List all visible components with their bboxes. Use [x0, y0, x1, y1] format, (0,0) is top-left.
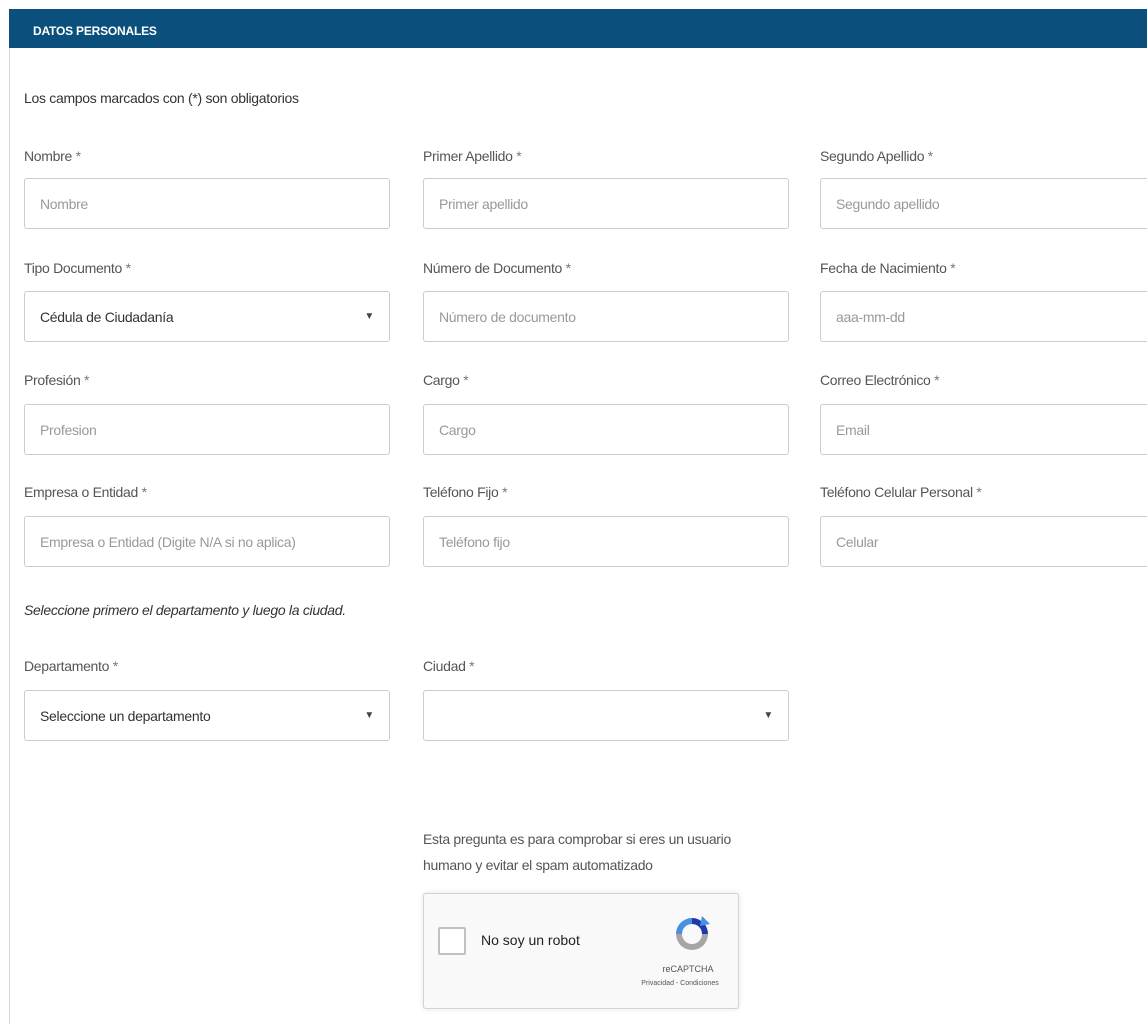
telefono-fijo-label-text: Teléfono Fijo [423, 484, 499, 500]
primer-apellido-label-text: Primer Apellido [423, 148, 513, 164]
numero-documento-placeholder: Número de documento [439, 308, 576, 325]
empresa-label: Empresa o Entidad * [24, 484, 147, 500]
chevron-down-icon: ▼ [364, 311, 374, 322]
ciudad-label-text: Ciudad [423, 658, 466, 674]
segundo-apellido-label: Segundo Apellido * [820, 148, 933, 164]
ciudad-select[interactable]: ▼ [423, 690, 789, 741]
departamento-select[interactable]: Seleccione un departamento ▼ [24, 690, 390, 741]
nombre-label: Nombre * [24, 148, 81, 164]
empresa-placeholder: Empresa o Entidad (Digite N/A si no apli… [40, 533, 296, 550]
segundo-apellido-label-text: Segundo Apellido [820, 148, 925, 164]
required-marker: * [75, 148, 81, 164]
required-marker: * [502, 484, 508, 500]
required-marker: * [125, 260, 131, 276]
required-marker: * [950, 260, 956, 276]
section-title: DATOS PERSONALES [33, 24, 157, 38]
required-marker: * [141, 484, 147, 500]
email-field[interactable]: Email [820, 404, 1147, 455]
nombre-input[interactable]: Nombre [24, 178, 390, 229]
celular-label-text: Teléfono Celular Personal [820, 484, 973, 500]
segundo-apellido-placeholder: Segundo apellido [836, 195, 940, 212]
chevron-down-icon: ▼ [364, 710, 374, 721]
primer-apellido-label: Primer Apellido * [423, 148, 522, 164]
section-border [9, 48, 10, 1024]
empresa-input[interactable]: Empresa o Entidad (Digite N/A si no apli… [24, 516, 390, 567]
primer-apellido-input[interactable]: Primer apellido [423, 178, 789, 229]
fecha-nacimiento-label-text: Fecha de Nacimiento [820, 260, 947, 276]
required-marker: * [469, 658, 475, 674]
captcha-checkbox[interactable] [438, 927, 466, 955]
profesion-label: Profesión * [24, 372, 90, 388]
chevron-down-icon: ▼ [763, 710, 773, 721]
numero-documento-label-text: Número de Documento [423, 260, 563, 276]
email-placeholder: Email [836, 421, 870, 438]
location-hint: Seleccione primero el departamento y lue… [24, 602, 346, 618]
telefono-fijo-label: Teléfono Fijo * [423, 484, 508, 500]
celular-input[interactable]: Celular [820, 516, 1147, 567]
tipo-documento-label-text: Tipo Documento [24, 260, 122, 276]
ciudad-label: Ciudad * [423, 658, 475, 674]
captcha-checkbox-label: No soy un robot [481, 932, 580, 948]
recaptcha-logo-icon [676, 916, 710, 950]
telefono-fijo-input[interactable]: Teléfono fijo [423, 516, 789, 567]
required-marker: * [112, 658, 118, 674]
required-marker: * [84, 372, 90, 388]
departamento-value: Seleccione un departamento [40, 707, 211, 724]
required-note: Los campos marcados con (*) son obligato… [24, 90, 299, 106]
telefono-fijo-placeholder: Teléfono fijo [439, 533, 510, 550]
required-marker: * [927, 148, 933, 164]
fecha-nacimiento-placeholder: aaa-mm-dd [836, 308, 905, 325]
tipo-documento-label: Tipo Documento * [24, 260, 131, 276]
segundo-apellido-input[interactable]: Segundo apellido [820, 178, 1147, 229]
required-marker: * [565, 260, 571, 276]
departamento-label-text: Departamento [24, 658, 110, 674]
required-marker: * [516, 148, 522, 164]
numero-documento-label: Número de Documento * [423, 260, 571, 276]
profesion-label-text: Profesión [24, 372, 81, 388]
nombre-placeholder: Nombre [40, 195, 88, 212]
correo-label: Correo Electrónico * [820, 372, 940, 388]
tipo-documento-value: Cédula de Ciudadanía [40, 308, 174, 325]
correo-label-text: Correo Electrónico [820, 372, 931, 388]
fecha-nacimiento-label: Fecha de Nacimiento * [820, 260, 956, 276]
primer-apellido-placeholder: Primer apellido [439, 195, 528, 212]
profesion-input[interactable]: Profesion [24, 404, 390, 455]
departamento-label: Departamento * [24, 658, 118, 674]
celular-placeholder: Celular [836, 533, 879, 550]
captcha-question: Esta pregunta es para comprobar si eres … [423, 831, 731, 873]
required-marker: * [463, 372, 469, 388]
celular-label: Teléfono Celular Personal * [820, 484, 982, 500]
recaptcha-brand: reCAPTCHA [662, 964, 714, 974]
required-marker: * [976, 484, 982, 500]
fecha-nacimiento-input[interactable]: aaa-mm-dd [820, 291, 1147, 342]
empresa-label-text: Empresa o Entidad [24, 484, 138, 500]
section-header: DATOS PERSONALES [9, 9, 1147, 48]
cargo-label-text: Cargo [423, 372, 460, 388]
required-marker: * [934, 372, 940, 388]
cargo-input[interactable]: Cargo [423, 404, 789, 455]
tipo-documento-select[interactable]: Cédula de Ciudadanía ▼ [24, 291, 390, 342]
nombre-label-text: Nombre [24, 148, 72, 164]
cargo-label: Cargo * [423, 372, 469, 388]
cargo-placeholder: Cargo [439, 421, 476, 438]
numero-documento-input[interactable]: Número de documento [423, 291, 789, 342]
recaptcha-links[interactable]: Privacidad - Condiciones [624, 980, 736, 987]
profesion-placeholder: Profesion [40, 421, 97, 438]
recaptcha-widget: No soy un robot reCAPTCHA Privacidad - C… [423, 893, 739, 1009]
